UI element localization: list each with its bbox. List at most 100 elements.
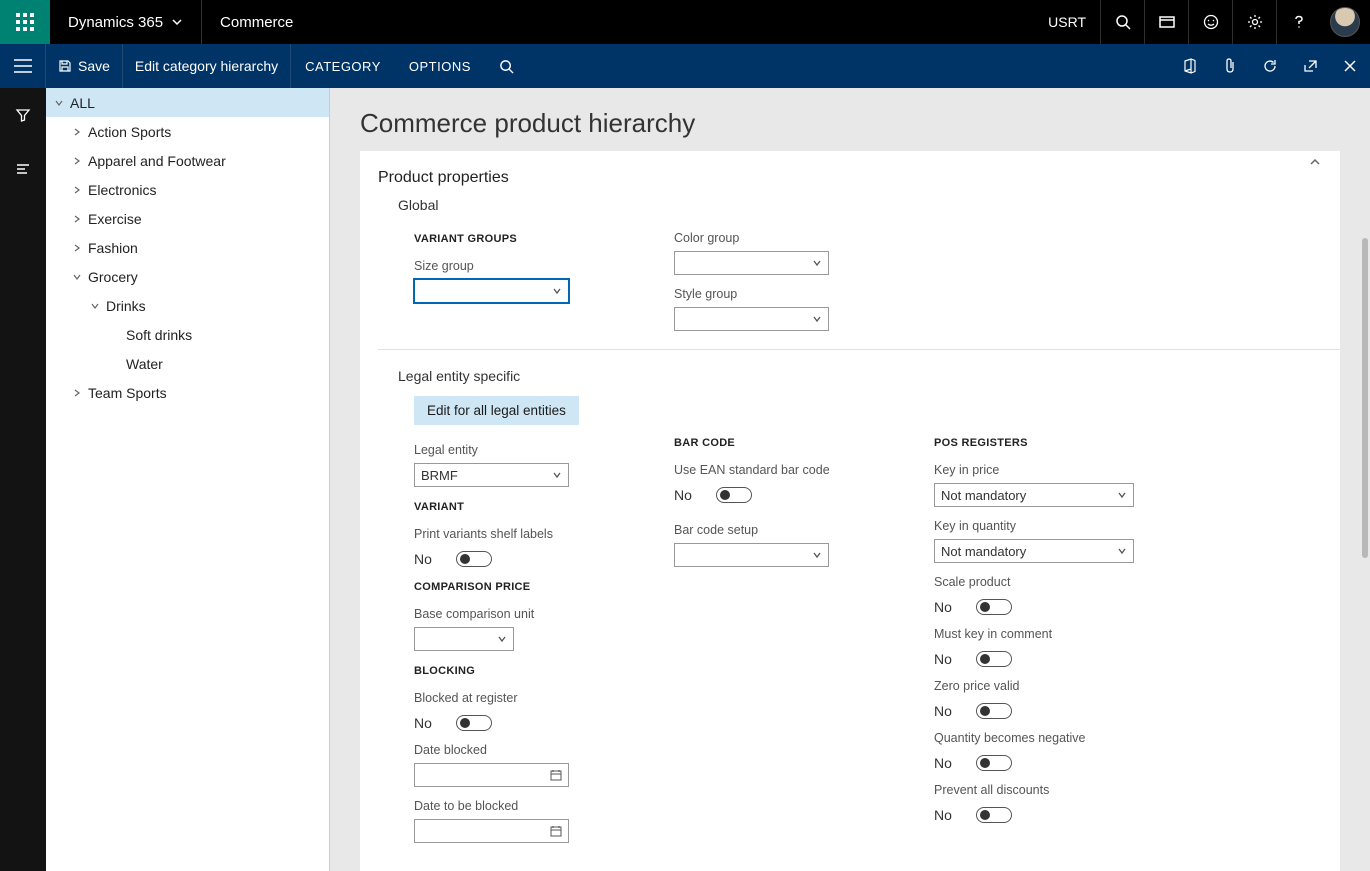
group-comparison-price: COMPARISON PRICE [414, 581, 584, 593]
base-comparison-unit-select[interactable] [414, 627, 514, 651]
search-icon[interactable] [1100, 0, 1144, 44]
company-picker[interactable]: USRT [1034, 14, 1100, 30]
save-button[interactable]: Save [46, 44, 123, 88]
edit-category-hierarchy-button[interactable]: Edit category hierarchy [123, 44, 291, 88]
toggle-value: No [414, 715, 442, 731]
tree-label: ALL [70, 95, 95, 111]
chevron-down-icon [552, 286, 562, 296]
save-label: Save [78, 58, 110, 74]
scrollbar-thumb[interactable] [1362, 238, 1368, 558]
toggle-value: No [934, 651, 962, 667]
edit-all-legal-entities-button[interactable]: Edit for all legal entities [414, 396, 579, 425]
date-to-be-blocked-input[interactable] [414, 819, 569, 843]
nav-hamburger[interactable] [0, 44, 46, 88]
group-blocking: BLOCKING [414, 665, 584, 677]
tree-root-all[interactable]: ALL [46, 88, 329, 117]
chevron-down-icon [497, 634, 507, 644]
label-prevent-discounts: Prevent all discounts [934, 783, 1144, 797]
product-properties-card: Product properties Global VARIANT GROUPS… [360, 151, 1340, 871]
chevron-down-icon [1117, 490, 1127, 500]
group-variant-groups: VARIANT GROUPS [414, 233, 584, 245]
use-ean-toggle[interactable] [716, 487, 752, 503]
toggle-value: No [414, 551, 442, 567]
must-key-comment-toggle[interactable] [976, 651, 1012, 667]
close-icon[interactable] [1330, 44, 1370, 88]
subsection-legal-entity: Legal entity specific [398, 368, 1340, 384]
toggle-value: No [934, 755, 962, 771]
tree-item-team-sports[interactable]: Team Sports [46, 378, 329, 407]
chevron-right-icon [70, 386, 84, 400]
smiley-icon[interactable] [1188, 0, 1232, 44]
collapse-icon[interactable] [1308, 155, 1322, 169]
label-style-group: Style group [674, 287, 844, 301]
chevron-right-icon [70, 154, 84, 168]
chevron-right-icon [70, 183, 84, 197]
label-date-blocked: Date blocked [414, 743, 584, 757]
label-date-to-be-blocked: Date to be blocked [414, 799, 584, 813]
toggle-value: No [674, 487, 702, 503]
prevent-discounts-toggle[interactable] [976, 807, 1012, 823]
tree-item-water[interactable]: Water [46, 349, 329, 378]
chevron-down-icon [812, 314, 822, 324]
calendar-icon [550, 769, 562, 781]
qty-negative-toggle[interactable] [976, 755, 1012, 771]
label-blocked-at-register: Blocked at register [414, 691, 584, 705]
group-bar-code: BAR CODE [674, 437, 844, 449]
chevron-down-icon [70, 270, 84, 284]
app-switcher[interactable]: Dynamics 365 [50, 0, 202, 44]
tree-item-exercise[interactable]: Exercise [46, 204, 329, 233]
gear-icon[interactable] [1232, 0, 1276, 44]
toggle-value: No [934, 599, 962, 615]
tree-item-apparel[interactable]: Apparel and Footwear [46, 146, 329, 175]
chevron-down-icon [812, 550, 822, 560]
tab-category[interactable]: CATEGORY [291, 44, 395, 88]
color-group-select[interactable] [674, 251, 829, 275]
bar-code-setup-select[interactable] [674, 543, 829, 567]
messages-icon[interactable] [1144, 0, 1188, 44]
size-group-select[interactable] [414, 279, 569, 303]
attachment-icon[interactable] [1210, 44, 1250, 88]
toggle-value: No [934, 703, 962, 719]
related-icon[interactable] [0, 152, 46, 186]
group-pos-registers: POS REGISTERS [934, 437, 1144, 449]
search-icon [499, 59, 514, 74]
tree-item-electronics[interactable]: Electronics [46, 175, 329, 204]
label-scale-product: Scale product [934, 575, 1144, 589]
zero-price-valid-toggle[interactable] [976, 703, 1012, 719]
module-name: Commerce [202, 14, 311, 31]
label-size-group: Size group [414, 259, 584, 273]
popout-icon[interactable] [1290, 44, 1330, 88]
print-variants-toggle[interactable] [456, 551, 492, 567]
chevron-right-icon [70, 241, 84, 255]
filter-icon[interactable] [0, 98, 46, 132]
tree-item-fashion[interactable]: Fashion [46, 233, 329, 262]
label-base-comparison-unit: Base comparison unit [414, 607, 584, 621]
waffle-app-launcher[interactable] [0, 0, 50, 44]
date-blocked-input[interactable] [414, 763, 569, 787]
tree-item-action-sports[interactable]: Action Sports [46, 117, 329, 146]
office-icon[interactable] [1170, 44, 1210, 88]
key-in-price-select[interactable]: Not mandatory [934, 483, 1134, 507]
tree-item-grocery[interactable]: Grocery [46, 262, 329, 291]
help-icon[interactable] [1276, 0, 1320, 44]
tab-options[interactable]: OPTIONS [395, 44, 485, 88]
label-print-variants: Print variants shelf labels [414, 527, 584, 541]
style-group-select[interactable] [674, 307, 829, 331]
cmdbar-search[interactable] [485, 44, 528, 88]
label-key-in-price: Key in price [934, 463, 1144, 477]
chevron-down-icon [88, 299, 102, 313]
label-bar-code-setup: Bar code setup [674, 523, 844, 537]
blocked-at-register-toggle[interactable] [456, 715, 492, 731]
scale-product-toggle[interactable] [976, 599, 1012, 615]
app-name: Dynamics 365 [68, 14, 163, 31]
tree-item-soft-drinks[interactable]: Soft drinks [46, 320, 329, 349]
chevron-right-icon [70, 125, 84, 139]
label-use-ean: Use EAN standard bar code [674, 463, 844, 477]
tree-item-drinks[interactable]: Drinks [46, 291, 329, 320]
legal-entity-select[interactable]: BRMF [414, 463, 569, 487]
label-must-key-comment: Must key in comment [934, 627, 1144, 641]
key-in-quantity-select[interactable]: Not mandatory [934, 539, 1134, 563]
user-avatar[interactable] [1330, 7, 1360, 37]
refresh-icon[interactable] [1250, 44, 1290, 88]
chevron-right-icon [70, 212, 84, 226]
